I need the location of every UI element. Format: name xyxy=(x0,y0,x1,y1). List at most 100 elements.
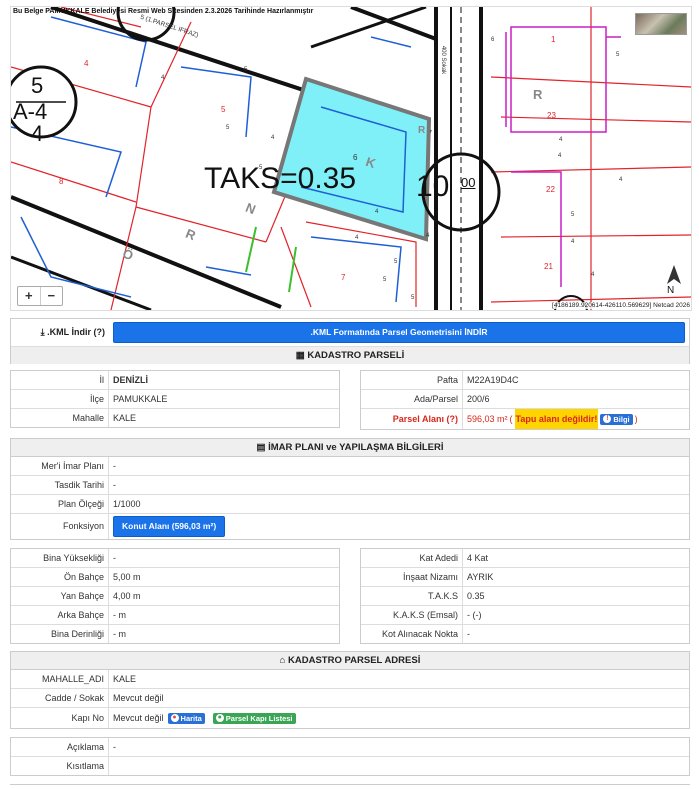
dimension-number: 5 xyxy=(226,125,230,131)
dimension-number: 4 xyxy=(375,209,379,215)
zoom-control[interactable]: + − xyxy=(17,286,63,306)
table-row: Açıklama - xyxy=(11,738,689,757)
kadastro-left-table: İl DENİZLİ İlçe PAMUKKALE Mahalle KALE xyxy=(10,370,340,428)
parcel-number: 21 xyxy=(544,262,553,271)
kml-download-button[interactable]: .KML Formatında Parsel Geometrisini İNDİ… xyxy=(113,322,685,343)
document-icon: ▤ xyxy=(256,442,266,453)
table-row-parsel-alani: Parsel Alanı (?) 596,03 m² (Tapu alanı d… xyxy=(361,409,689,429)
download-icon: ⤓ xyxy=(40,327,45,337)
parcel-number: 7 xyxy=(341,273,346,282)
table-row: Plan Ölçeği 1/1000 xyxy=(11,495,689,514)
table-row: Kat Adedi 4 Kat xyxy=(361,549,689,568)
table-row: Kısıtlama xyxy=(11,757,689,775)
harita-button[interactable]: ● Harita xyxy=(167,712,205,724)
parsel-alani-label: Parsel Alanı (?) xyxy=(361,409,463,429)
table-row: Kot Alınacak Nokta - xyxy=(361,625,689,643)
table-row: Bina Yüksekliği - xyxy=(11,549,339,568)
kadastro-header: ▦ KADASTRO PARSELİ xyxy=(11,347,689,364)
road-number: 10 xyxy=(416,170,450,203)
dimension-number: 4 xyxy=(271,135,275,141)
bottom-divider xyxy=(10,784,690,789)
north-label: N xyxy=(667,285,675,296)
parcel-number: 4 xyxy=(84,59,89,68)
dimension-number: 4 xyxy=(558,153,562,159)
table-row: İnşaat Nizamı AYRIK xyxy=(361,568,689,587)
map-letter: R xyxy=(418,125,426,136)
zoom-in-button[interactable]: + xyxy=(18,287,40,305)
map-pin-icon: ● xyxy=(170,714,179,722)
table-row: Tasdik Tarihi - xyxy=(11,476,689,495)
imar-header: ▤ İMAR PLANI ve YAPILAŞMA BİLGİLERİ xyxy=(11,439,689,457)
parcel-number: 8 xyxy=(59,177,64,186)
dimension-number: 4 xyxy=(619,177,623,183)
dimension-number: 5 xyxy=(244,67,248,73)
table-row: Ön Bahçe 5,00 m xyxy=(11,568,339,587)
list-icon: ● xyxy=(215,714,224,722)
north-arrow-icon xyxy=(667,265,681,284)
map-letter: R xyxy=(533,87,543,102)
adres-panel: ⌂ KADASTRO PARSEL ADRESİ MAHALLE_ADI KALE… xyxy=(10,651,690,729)
dimension-number: 5 xyxy=(394,259,398,265)
dimension-number: 4 xyxy=(161,75,165,81)
table-row: Cadde / Sokak Mevcut değil xyxy=(11,689,689,708)
dimension-number: 5 xyxy=(411,295,415,301)
kml-help[interactable]: (?) xyxy=(94,327,106,337)
map-note: Bu Belge PAMUKKALE Belediyesi Resmi Web … xyxy=(13,8,314,15)
grid-icon: ▦ xyxy=(295,350,305,361)
dimension-number: 4 xyxy=(591,272,595,278)
dimension-number: 5 xyxy=(259,165,263,171)
parsel-alani-help[interactable]: (?) xyxy=(447,414,459,424)
parcel-number: 22 xyxy=(546,185,555,194)
parcel-number: 5 xyxy=(221,105,226,114)
map-coordinates: [4186189.920614-426110.569629] Netcad 20… xyxy=(552,302,690,309)
parsel-alani-warning: Tapu alanı değildir! xyxy=(514,409,599,429)
parcel-number: 1 xyxy=(551,35,556,44)
parcel-number: 6 xyxy=(353,153,358,162)
parsel-alani-value: 596,03 m² xyxy=(467,414,508,424)
yapi-right-table: Kat Adedi 4 Kat İnşaat Nizamı AYRIK T.A.K.… xyxy=(360,548,690,644)
dimension-number: 4 xyxy=(571,239,575,245)
table-row: K.A.K.S (Emsal) - (-) xyxy=(361,606,689,625)
table-row: İlçe PAMUKKALE xyxy=(11,390,339,409)
kapi-listesi-button[interactable]: ● Parsel Kapı Listesi xyxy=(212,712,296,724)
adres-header: ⌂ KADASTRO PARSEL ADRESİ xyxy=(11,652,689,670)
selected-parcel-polygon[interactable] xyxy=(271,76,432,242)
table-row: Pafta M22A19D4C xyxy=(361,371,689,390)
road-subnumber: 00 xyxy=(461,175,476,190)
map-canvas[interactable] xyxy=(11,7,691,310)
table-row: Bina Derinliği - m xyxy=(11,625,339,643)
info-icon: ! xyxy=(603,415,612,423)
dimension-number: 6 xyxy=(491,37,495,43)
dimension-number: 4 xyxy=(559,137,563,143)
dimension-number: 4 xyxy=(426,233,430,239)
bilgi-button[interactable]: ! Bilgi xyxy=(600,413,633,425)
kapi-value: Mevcut değil xyxy=(113,713,164,723)
dimension-number: 5 xyxy=(616,52,620,58)
kml-label: ⤓ .KML İndir (?) xyxy=(40,327,106,337)
table-row: Fonksiyon Konut Alanı (596,03 m²) xyxy=(11,514,689,539)
table-row: Yan Bahçe 4,00 m xyxy=(11,587,339,606)
yapi-left-table: Bina Yüksekliği - Ön Bahçe 5,00 m Yan Bahç… xyxy=(10,548,340,644)
imar-panel: ▤ İMAR PLANI ve YAPILAŞMA BİLGİLERİ Mer'… xyxy=(10,438,690,540)
dimension-number: 5 xyxy=(383,277,387,283)
parcel-number: 23 xyxy=(547,111,556,120)
street-label: 400 Sokak xyxy=(440,45,447,75)
dimension-number: 4 xyxy=(355,235,359,241)
taks-label: TAKS=0.35 xyxy=(204,162,357,195)
table-row: T.A.K.S 0.35 xyxy=(361,587,689,606)
table-row: Mer'i İmar Planı - xyxy=(11,457,689,476)
table-row: Arka Bahçe - m xyxy=(11,606,339,625)
plan-code-bot: 4 xyxy=(31,121,44,146)
fonksiyon-button[interactable]: Konut Alanı (596,03 m²) xyxy=(113,516,226,537)
zoom-out-button[interactable]: − xyxy=(39,287,63,305)
notlar-panel: Açıklama - Kısıtlama xyxy=(10,737,690,776)
basemap-thumbnail[interactable] xyxy=(635,13,687,35)
plan-code-top: 5 xyxy=(31,73,44,98)
table-row: MAHALLE_ADI KALE xyxy=(11,670,689,689)
table-row: İl DENİZLİ xyxy=(11,371,339,390)
dimension-number: 5 xyxy=(571,212,575,218)
kadastro-right-table: Pafta M22A19D4C Ada/Parsel 200/6 Parsel … xyxy=(360,370,690,430)
map-view[interactable]: Bu Belge PAMUKKALE Belediyesi Resmi Web … xyxy=(10,6,692,311)
kml-panel: ⤓ .KML İndir (?) .KML Formatında Parsel … xyxy=(10,318,690,364)
table-row: Ada/Parsel 200/6 xyxy=(361,390,689,409)
